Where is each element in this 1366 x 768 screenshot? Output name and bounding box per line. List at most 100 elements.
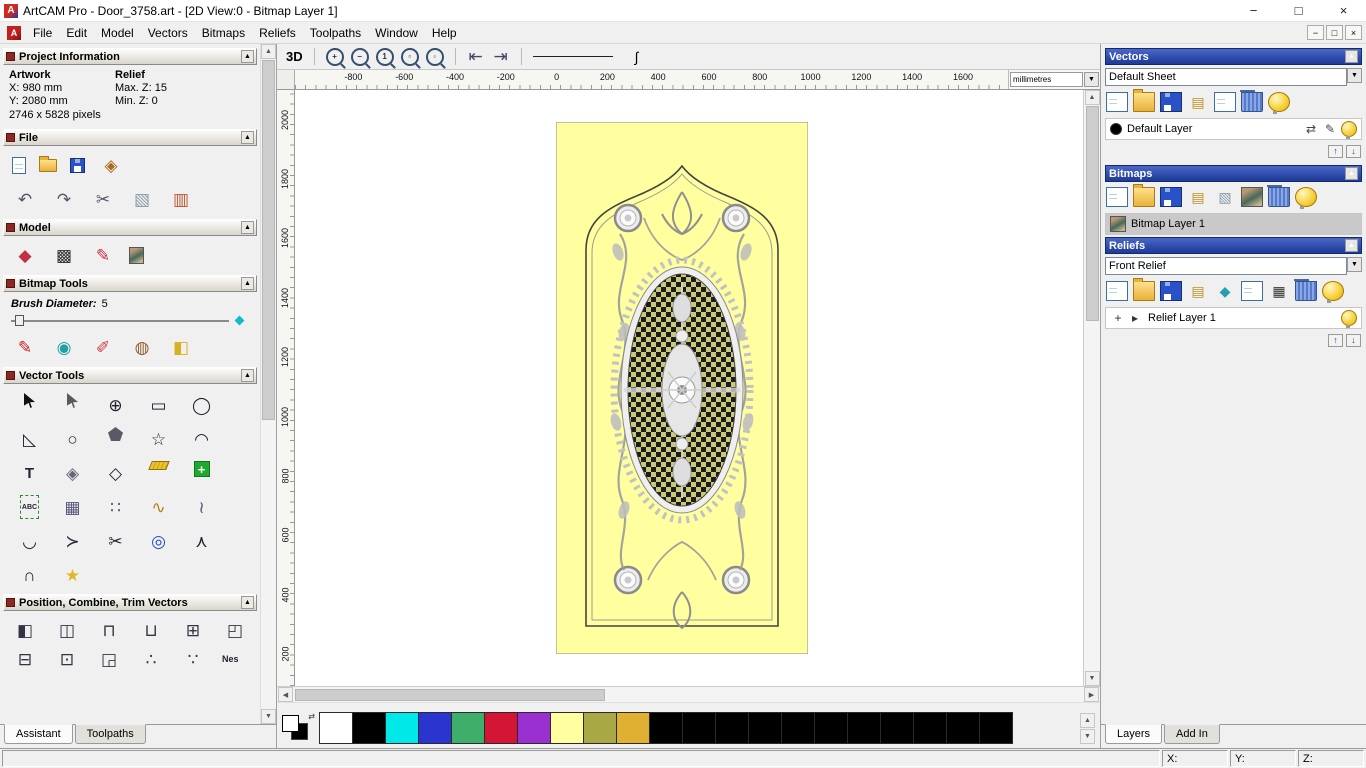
create-polyline-icon[interactable]: ◺ (17, 427, 43, 451)
menu-window[interactable]: Window (368, 23, 425, 43)
copy-relief-icon[interactable] (1241, 281, 1263, 301)
import-3d-model-icon[interactable]: ◈ (98, 153, 124, 177)
weld-vectors-icon[interactable]: ⊟ (12, 647, 38, 671)
bridge-vectors-icon[interactable]: ≻ (60, 529, 86, 553)
palette-swatch[interactable] (451, 712, 485, 744)
zoom-1to1-icon[interactable]: 1 (375, 47, 394, 66)
curve-preview-icon[interactable]: ∫ (635, 49, 639, 65)
measure-icon[interactable] (147, 461, 170, 470)
texture-relief-icon[interactable]: ▦ (1268, 281, 1290, 301)
palette-swatch[interactable] (946, 712, 980, 744)
layer-colour-swatch[interactable] (1110, 123, 1122, 135)
palette-swatch[interactable] (352, 712, 386, 744)
menu-model[interactable]: Model (94, 23, 141, 43)
wrap-text-icon[interactable]: ◈ (60, 461, 86, 485)
smooth-relief-icon[interactable]: ◆ (1214, 281, 1236, 301)
array-copy-icon[interactable]: ∵ (180, 647, 206, 671)
bitmap-layer-row[interactable]: Bitmap Layer 1 (1105, 213, 1362, 235)
scrollbar-thumb[interactable] (262, 60, 275, 420)
mdi-restore-button[interactable]: □ (1326, 25, 1343, 40)
previous-bitmap-layer-icon[interactable]: ⇤ (467, 48, 485, 66)
minimize-button[interactable]: − (1231, 0, 1276, 21)
nesting-icon[interactable]: Nes (222, 647, 239, 671)
palette-swatch[interactable] (583, 712, 617, 744)
wand-vectors-icon[interactable]: ★ (60, 563, 86, 587)
sheet-dropdown-icon[interactable] (1347, 68, 1362, 83)
load-bitmap-icon[interactable] (129, 246, 144, 264)
new-relief-layer-icon[interactable] (1106, 281, 1128, 301)
vector-layer-row[interactable]: Default Layer ⇄ ✎ (1105, 118, 1362, 140)
palette-swatch[interactable] (682, 712, 716, 744)
next-bitmap-layer-icon[interactable]: ⇥ (492, 48, 510, 66)
relief-layer-row[interactable]: + ▸ Relief Layer 1 (1105, 307, 1362, 329)
mdi-close-button[interactable]: × (1345, 25, 1362, 40)
canvas-horizontal-scrollbar[interactable]: ◀ ▶ (277, 686, 1100, 702)
trim-overlap-icon[interactable]: ◲ (96, 647, 122, 671)
move-relief-down-icon[interactable]: ↓ (1346, 334, 1361, 347)
menu-toolpaths[interactable]: Toolpaths (303, 23, 368, 43)
zoom-fit-icon[interactable]: ◦ (425, 47, 444, 66)
palette-swatch[interactable] (748, 712, 782, 744)
copy-bitmap-icon[interactable]: ▧ (1214, 187, 1236, 207)
collapse-vector-tools-button[interactable] (241, 369, 254, 382)
move-layer-up-icon[interactable]: ↑ (1328, 145, 1343, 158)
palette-swatch[interactable] (649, 712, 683, 744)
maximize-button[interactable]: □ (1276, 0, 1321, 21)
scroll-down-icon[interactable]: ▼ (1080, 728, 1095, 744)
add-relief-layer-icon[interactable]: + (1110, 310, 1126, 326)
collapse-bitmaps-button[interactable] (1345, 167, 1358, 180)
create-polygon-icon[interactable] (108, 427, 123, 441)
delete-relief-layer-icon[interactable] (1294, 279, 1317, 301)
create-star-icon[interactable]: ☆ (146, 427, 172, 451)
tab-assistant[interactable]: Assistant (4, 724, 73, 744)
scroll-down-icon[interactable]: ▼ (261, 709, 276, 724)
menu-vectors[interactable]: Vectors (141, 23, 195, 43)
relief-selector[interactable]: Front Relief (1105, 257, 1362, 275)
paint-icon[interactable]: ◉ (51, 335, 77, 359)
collapse-bitmap-tools-button[interactable] (241, 277, 254, 290)
palette-swatch[interactable] (616, 712, 650, 744)
swap-colours-icon[interactable] (308, 712, 315, 721)
menu-edit[interactable]: Edit (59, 23, 94, 43)
menu-reliefs[interactable]: Reliefs (252, 23, 303, 43)
trim-vectors-icon[interactable]: ✂ (103, 529, 129, 553)
scroll-up-icon[interactable]: ▲ (1084, 90, 1100, 105)
relief-dropdown-icon[interactable] (1347, 257, 1362, 272)
paste-in-grid-icon[interactable]: ▦ (60, 495, 86, 519)
nest-vectors-icon[interactable]: ∿ (146, 495, 172, 519)
align-inside-icon[interactable]: ◰ (222, 618, 248, 642)
redo-icon[interactable]: ↷ (51, 187, 77, 211)
scroll-up-icon[interactable]: ▲ (261, 44, 276, 59)
palette-swatch[interactable] (484, 712, 518, 744)
spray-icon[interactable]: ✐ (90, 335, 116, 359)
tab-add-in[interactable]: Add In (1164, 724, 1220, 744)
close-button[interactable]: × (1321, 0, 1366, 21)
collapse-model-button[interactable] (241, 221, 254, 234)
primary-secondary-colour[interactable] (280, 712, 316, 744)
line-width-preview[interactable] (532, 49, 628, 65)
create-circle-icon[interactable]: ◯ (189, 393, 215, 417)
scroll-down-icon[interactable]: ▼ (1084, 671, 1100, 686)
palette-swatch[interactable] (880, 712, 914, 744)
palette-swatch[interactable] (319, 712, 353, 744)
import-bitmap-icon[interactable]: ▤ (1187, 187, 1209, 207)
collapse-reliefs-button[interactable] (1345, 239, 1358, 252)
assistant-scrollbar[interactable]: ▲ ▼ (260, 44, 276, 724)
move-layer-down-icon[interactable]: ↓ (1346, 145, 1361, 158)
notes-icon[interactable]: ▥ (168, 187, 194, 211)
scatter-copies-icon[interactable]: ∴ (138, 647, 164, 671)
delete-bitmap-layer-icon[interactable] (1267, 185, 1290, 207)
relief-layer-visibility-icon[interactable] (1341, 310, 1357, 328)
palette-swatch[interactable] (418, 712, 452, 744)
all-layers-visibility-icon[interactable] (1268, 92, 1290, 114)
node-editing-icon[interactable] (67, 393, 78, 408)
block-copy-icon[interactable]: ∷ (103, 495, 129, 519)
offset-vectors-icon[interactable]: ◇ (103, 461, 129, 485)
zoom-box-icon[interactable]: ▫ (400, 47, 419, 66)
edit-layer-colour-icon[interactable]: ✎ (1322, 121, 1338, 137)
open-model-icon[interactable] (39, 155, 57, 172)
greyscale-from-relief-icon[interactable]: ◆ (12, 243, 38, 267)
palette-swatch[interactable] (550, 712, 584, 744)
palette-swatch[interactable] (847, 712, 881, 744)
import-relief-icon[interactable]: ▤ (1187, 281, 1209, 301)
